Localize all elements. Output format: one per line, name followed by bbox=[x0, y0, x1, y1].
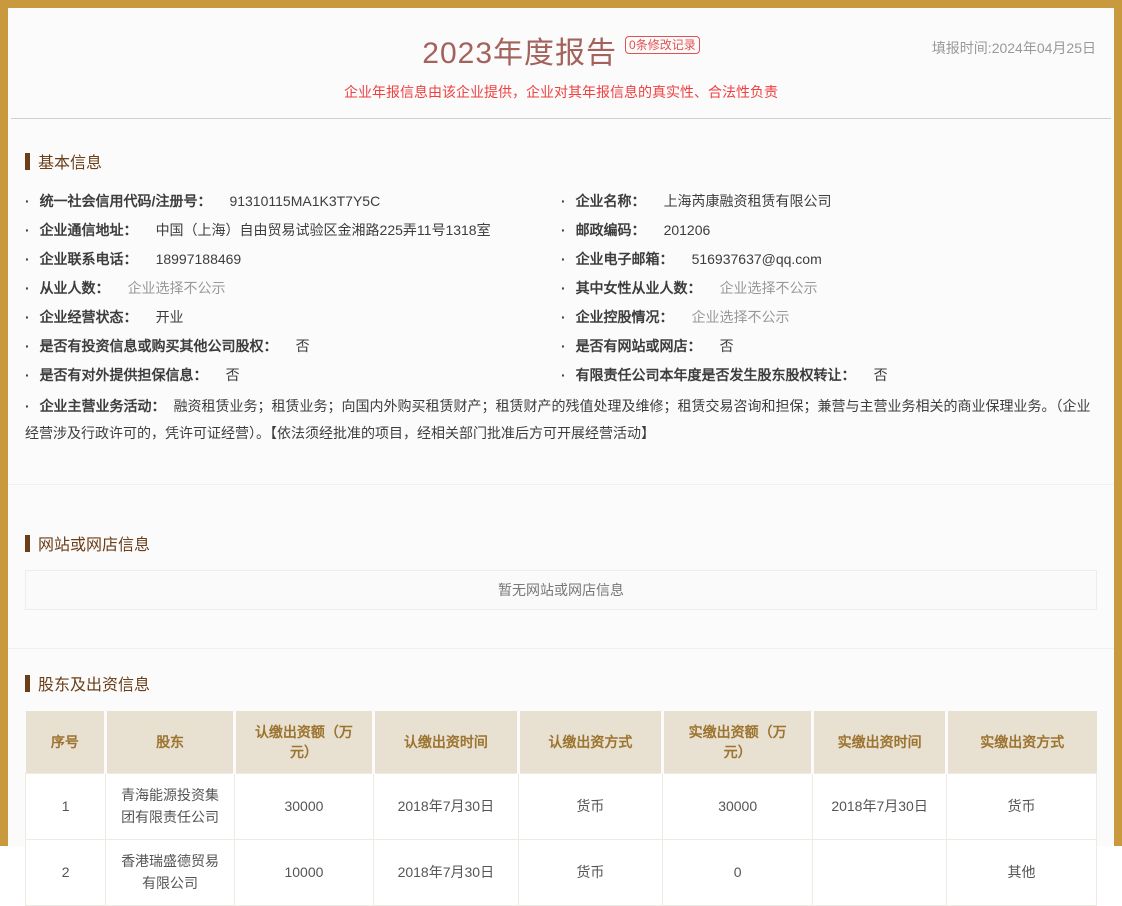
col-header-paid-method: 实缴出资方式 bbox=[947, 711, 1097, 773]
shareholders-title-label: 股东及出资信息 bbox=[38, 671, 150, 695]
field-credit-code: 统一社会信用代码/注册号：91310115MA1K3T7Y5C bbox=[25, 187, 561, 216]
field-employee-count: 从业人数：企业选择不公示 bbox=[25, 274, 561, 303]
cell-paid-date bbox=[813, 839, 947, 905]
disclaimer-text: 企业年报信息由该企业提供，企业对其年报信息的真实性、合法性负责 bbox=[8, 82, 1114, 102]
col-header-subscribed-date: 认缴出资时间 bbox=[374, 711, 519, 773]
field-main-business: 企业主营业务活动：融资租赁业务；租赁业务；向国内外购买租赁财产；租赁财产的残值处… bbox=[25, 393, 1097, 447]
shareholders-table: 序号 股东 认缴出资额（万元） 认缴出资时间 认缴出资方式 实缴出资额（万元） … bbox=[25, 711, 1097, 906]
section-shareholders: 股东及出资信息 序号 股东 认缴出资额（万元） 认缴出资时间 认缴出资方式 实缴… bbox=[8, 671, 1114, 906]
field-has-website: 是否有网站或网店：否 bbox=[561, 332, 1097, 361]
basic-info-grid: 统一社会信用代码/注册号：91310115MA1K3T7Y5C 企业通信地址：中… bbox=[25, 187, 1097, 390]
website-info-title-label: 网站或网店信息 bbox=[38, 531, 150, 555]
section-divider-1 bbox=[8, 484, 1114, 485]
annual-report-page: { "colors": { "frame_gold": "#c9993d", "… bbox=[0, 0, 1122, 846]
field-phone: 企业联系电话：18997188469 bbox=[25, 245, 561, 274]
cell-paid-amount: 0 bbox=[663, 839, 813, 905]
table-row: 2 香港瑞盛德贸易有限公司 10000 2018年7月30日 货币 0 其他 bbox=[26, 839, 1097, 905]
col-header-shareholder: 股东 bbox=[106, 711, 235, 773]
cell-subscribed-amount: 10000 bbox=[234, 839, 373, 905]
field-has-investment: 是否有投资信息或购买其他公司股权：否 bbox=[25, 332, 561, 361]
website-info-title: 网站或网店信息 bbox=[25, 531, 1097, 555]
section-bar-icon bbox=[25, 153, 30, 170]
cell-subscribed-date: 2018年7月30日 bbox=[374, 773, 519, 839]
field-equity-transfer: 有限责任公司本年度是否发生股东股权转让：否 bbox=[561, 361, 1097, 390]
field-female-employee-count: 其中女性从业人数：企业选择不公示 bbox=[561, 274, 1097, 303]
field-postal-code: 邮政编码：201206 bbox=[561, 216, 1097, 245]
field-email: 企业电子邮箱：516937637@qq.com bbox=[561, 245, 1097, 274]
basic-info-title-label: 基本信息 bbox=[38, 149, 102, 173]
field-holding-status: 企业控股情况：企业选择不公示 bbox=[561, 303, 1097, 332]
section-bar-icon bbox=[25, 535, 30, 552]
cell-subscribed-date: 2018年7月30日 bbox=[374, 839, 519, 905]
revision-record-badge[interactable]: 0条修改记录 bbox=[625, 36, 700, 54]
section-website-info: 网站或网店信息 暂无网站或网店信息 bbox=[8, 531, 1114, 610]
cell-paid-amount: 30000 bbox=[663, 773, 813, 839]
header-divider bbox=[11, 118, 1111, 119]
col-header-subscribed-method: 认缴出资方式 bbox=[518, 711, 663, 773]
cell-shareholder: 香港瑞盛德贸易有限公司 bbox=[106, 839, 235, 905]
cell-paid-date: 2018年7月30日 bbox=[813, 773, 947, 839]
cell-shareholder: 青海能源投资集团有限责任公司 bbox=[106, 773, 235, 839]
cell-paid-method: 其他 bbox=[947, 839, 1097, 905]
basic-info-left-column: 统一社会信用代码/注册号：91310115MA1K3T7Y5C 企业通信地址：中… bbox=[25, 187, 561, 390]
table-header-row: 序号 股东 认缴出资额（万元） 认缴出资时间 认缴出资方式 实缴出资额（万元） … bbox=[26, 711, 1097, 773]
col-header-index: 序号 bbox=[26, 711, 106, 773]
col-header-paid-amount: 实缴出资额（万元） bbox=[663, 711, 813, 773]
page-title: 2023年度报告 bbox=[422, 37, 617, 70]
field-operating-status: 企业经营状态：开业 bbox=[25, 303, 561, 332]
field-address: 企业通信地址：中国（上海）自由贸易试验区金湘路225弄11号1318室 bbox=[25, 216, 561, 245]
report-header: 2023年度报告 0条修改记录 填报时间:2024年04月25日 企业年报信息由该… bbox=[8, 8, 1114, 119]
website-empty-message: 暂无网站或网店信息 bbox=[25, 570, 1097, 610]
col-header-subscribed-amount: 认缴出资额（万元） bbox=[234, 711, 373, 773]
cell-subscribed-method: 货币 bbox=[518, 839, 663, 905]
fill-time: 填报时间:2024年04月25日 bbox=[932, 38, 1096, 58]
cell-paid-method: 货币 bbox=[947, 773, 1097, 839]
cell-subscribed-method: 货币 bbox=[518, 773, 663, 839]
cell-subscribed-amount: 30000 bbox=[234, 773, 373, 839]
field-company-name: 企业名称：上海芮康融资租赁有限公司 bbox=[561, 187, 1097, 216]
cell-index: 1 bbox=[26, 773, 106, 839]
shareholders-title: 股东及出资信息 bbox=[25, 671, 1097, 695]
section-basic-info: 基本信息 统一社会信用代码/注册号：91310115MA1K3T7Y5C 企业通… bbox=[8, 149, 1114, 447]
section-bar-icon bbox=[25, 675, 30, 692]
section-divider-2 bbox=[8, 648, 1114, 649]
col-header-paid-date: 实缴出资时间 bbox=[813, 711, 947, 773]
cell-index: 2 bbox=[26, 839, 106, 905]
basic-info-right-column: 企业名称：上海芮康融资租赁有限公司 邮政编码：201206 企业电子邮箱：516… bbox=[561, 187, 1097, 390]
table-row: 1 青海能源投资集团有限责任公司 30000 2018年7月30日 货币 300… bbox=[26, 773, 1097, 839]
basic-info-title: 基本信息 bbox=[25, 149, 1097, 173]
field-has-guarantee: 是否有对外提供担保信息：否 bbox=[25, 361, 561, 390]
